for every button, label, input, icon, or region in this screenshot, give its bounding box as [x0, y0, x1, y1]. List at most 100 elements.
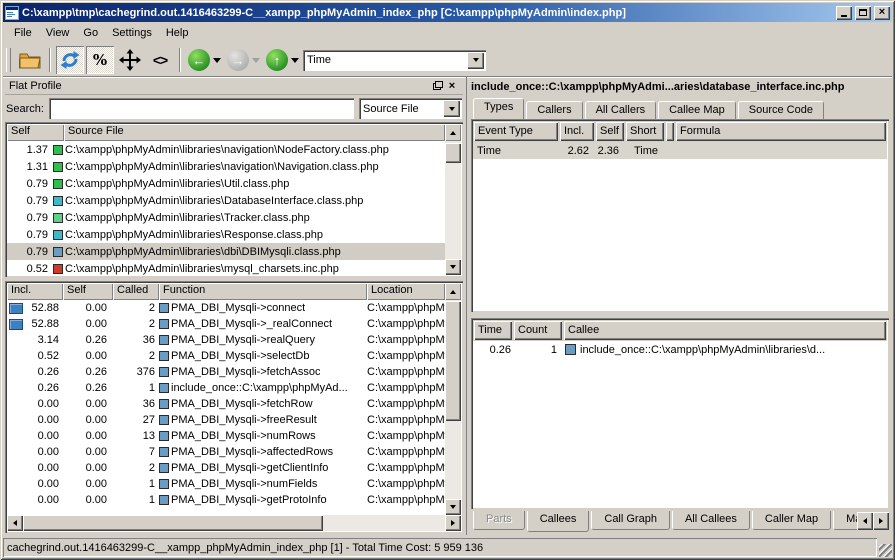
detail-tab[interactable]: Caller Map [752, 511, 831, 530]
column-header-incl[interactable]: Incl. [7, 283, 63, 300]
detail-tab[interactable]: Source Code [738, 101, 824, 119]
column-header-time[interactable]: Time [474, 321, 512, 340]
dock-titlebar[interactable]: Flat Profile × [5, 77, 463, 95]
file-row[interactable]: 0.79 C:\xampp\phpMyAdmin\libraries\Track… [7, 209, 445, 226]
event-type-combobox[interactable]: Time [303, 50, 486, 71]
scroll-down-button[interactable] [445, 499, 461, 515]
column-header-incl[interactable]: Incl. [560, 122, 594, 141]
column-header-event-type[interactable]: Event Type [474, 122, 558, 141]
column-header-formula[interactable]: Formula [676, 122, 886, 141]
expand-collapse-button[interactable]: <> [146, 46, 174, 74]
cost-bar-icon [9, 303, 23, 314]
scroll-up-button[interactable] [445, 283, 461, 300]
relative-percent-button[interactable]: % [86, 46, 114, 74]
column-header-location[interactable]: Location [367, 283, 445, 300]
column-header-callee[interactable]: Callee [564, 321, 886, 340]
detail-tab[interactable]: Parts [473, 511, 525, 530]
menu-item[interactable]: File [7, 24, 39, 42]
detail-tab[interactable]: Call Graph [591, 511, 670, 530]
callee-row[interactable]: 0.26 1 include_once::C:\xampp\phpMyAdmin… [473, 341, 887, 358]
function-name: PMA_DBI_Mysqli->getClientInfo [171, 462, 328, 474]
function-row[interactable]: 52.88 0.00 2 PMA_DBI_Mysqli->connect C:\… [7, 300, 445, 316]
event-type-dropdown-button[interactable] [467, 52, 484, 69]
file-list-vscrollbar[interactable] [445, 141, 461, 275]
forward-icon: → [227, 49, 249, 71]
function-table-hscrollbar[interactable] [7, 515, 461, 531]
detail-tab[interactable]: Callers [526, 101, 582, 119]
menu-item[interactable]: Go [76, 24, 105, 42]
scroll-up-button[interactable] [445, 124, 461, 141]
self-cost-value: 0.00 [63, 302, 113, 314]
column-header-self[interactable]: Self [7, 124, 64, 141]
function-row[interactable]: 0.00 0.00 1 PMA_DBI_Mysqli->numFields C:… [7, 476, 445, 492]
minimize-button[interactable] [836, 6, 852, 20]
column-header-count[interactable]: Count [514, 321, 562, 340]
up-dropdown-icon[interactable] [291, 58, 299, 63]
menu-item[interactable]: View [39, 24, 77, 42]
back-dropdown-icon[interactable] [213, 58, 221, 63]
detail-tab[interactable]: Callees [527, 511, 590, 532]
function-row[interactable]: 0.00 0.00 7 PMA_DBI_Mysqli->affectedRows… [7, 444, 445, 460]
dock-title-label: Flat Profile [9, 80, 431, 92]
back-button[interactable]: ← [186, 46, 223, 74]
scrollbar-thumb[interactable] [445, 143, 461, 163]
function-table-vscrollbar[interactable] [445, 300, 461, 515]
column-header-spacer[interactable] [666, 122, 674, 141]
detail-tab[interactable]: All Callees [672, 511, 750, 530]
function-row[interactable]: 0.26 0.26 376 PMA_DBI_Mysqli->fetchAssoc… [7, 364, 445, 380]
file-row[interactable]: 1.37 C:\xampp\phpMyAdmin\libraries\navig… [7, 141, 445, 158]
column-header-short[interactable]: Short [626, 122, 664, 141]
group-by-combobox[interactable]: Source File [359, 98, 462, 119]
function-row[interactable]: 0.00 0.00 36 PMA_DBI_Mysqli->fetchRow C:… [7, 396, 445, 412]
menu-item[interactable]: Settings [105, 24, 159, 42]
move-dock-button[interactable] [116, 46, 144, 74]
open-file-button[interactable] [16, 46, 44, 74]
scroll-right-button[interactable] [445, 515, 461, 531]
detail-tab[interactable]: All Callers [585, 101, 657, 119]
dock-close-button[interactable]: × [445, 79, 459, 92]
maximize-button[interactable] [855, 6, 871, 20]
search-input[interactable] [49, 98, 354, 119]
file-row[interactable]: 0.79 C:\xampp\phpMyAdmin\libraries\dbi\D… [7, 243, 445, 260]
menu-item[interactable]: Help [159, 24, 196, 42]
function-row[interactable]: 0.00 0.00 27 PMA_DBI_Mysqli->freeResult … [7, 412, 445, 428]
close-button[interactable]: × [874, 6, 890, 20]
file-row[interactable]: 0.52 C:\xampp\phpMyAdmin\libraries\mysql… [7, 260, 445, 275]
column-header-source-file[interactable]: Source File [64, 124, 445, 141]
column-header-self[interactable]: Self [63, 283, 113, 300]
resize-grip-icon[interactable] [879, 544, 892, 557]
function-row[interactable]: 0.00 0.00 1 PMA_DBI_Mysqli->getProtoInfo… [7, 492, 445, 508]
cycle-detection-button[interactable] [56, 46, 84, 74]
scrollbar-thumb[interactable] [23, 515, 323, 531]
file-row[interactable]: 0.79 C:\xampp\phpMyAdmin\libraries\Respo… [7, 226, 445, 243]
scrollbar-thumb[interactable] [445, 301, 461, 421]
function-row[interactable]: 0.00 0.00 13 PMA_DBI_Mysqli->numRows C:\… [7, 428, 445, 444]
detail-tab[interactable]: Callee Map [658, 101, 736, 119]
column-header-function[interactable]: Function [159, 283, 367, 300]
tab-scroll-left-button[interactable] [857, 512, 873, 530]
file-row[interactable]: 1.31 C:\xampp\phpMyAdmin\libraries\navig… [7, 158, 445, 175]
incl-cost-value: 0.00 [23, 446, 63, 458]
forward-button[interactable]: → [225, 46, 262, 74]
scroll-left-button[interactable] [7, 515, 23, 531]
dock-float-button[interactable] [431, 79, 445, 92]
file-row[interactable]: 0.79 C:\xampp\phpMyAdmin\libraries\Datab… [7, 192, 445, 209]
titlebar[interactable]: C:\xampp\tmp\cachegrind.out.1416463299-C… [3, 3, 892, 22]
group-by-dropdown-button[interactable] [443, 100, 460, 117]
function-row[interactable]: 3.14 0.26 36 PMA_DBI_Mysqli->realQuery C… [7, 332, 445, 348]
detail-tab[interactable]: Types [473, 98, 524, 119]
toolbar-handle[interactable] [6, 48, 11, 72]
event-type-row[interactable]: Time 2.62 2.36 Time [473, 142, 887, 159]
function-row[interactable]: 52.88 0.00 2 PMA_DBI_Mysqli->_realConnec… [7, 316, 445, 332]
file-row[interactable]: 0.79 C:\xampp\phpMyAdmin\libraries\Util.… [7, 175, 445, 192]
scroll-down-button[interactable] [445, 259, 461, 275]
column-header-self[interactable]: Self [596, 122, 624, 141]
up-button[interactable]: ↑ [264, 46, 301, 74]
column-header-called[interactable]: Called [113, 283, 159, 300]
minimize-icon [841, 15, 847, 17]
function-row[interactable]: 0.52 0.00 2 PMA_DBI_Mysqli->selectDb C:\… [7, 348, 445, 364]
arrow-down-icon [450, 265, 456, 269]
tab-scroll-right-button[interactable] [873, 512, 889, 530]
function-row[interactable]: 0.00 0.00 2 PMA_DBI_Mysqli->getClientInf… [7, 460, 445, 476]
function-row[interactable]: 0.26 0.26 1 include_once::C:\xampp\phpMy… [7, 380, 445, 396]
